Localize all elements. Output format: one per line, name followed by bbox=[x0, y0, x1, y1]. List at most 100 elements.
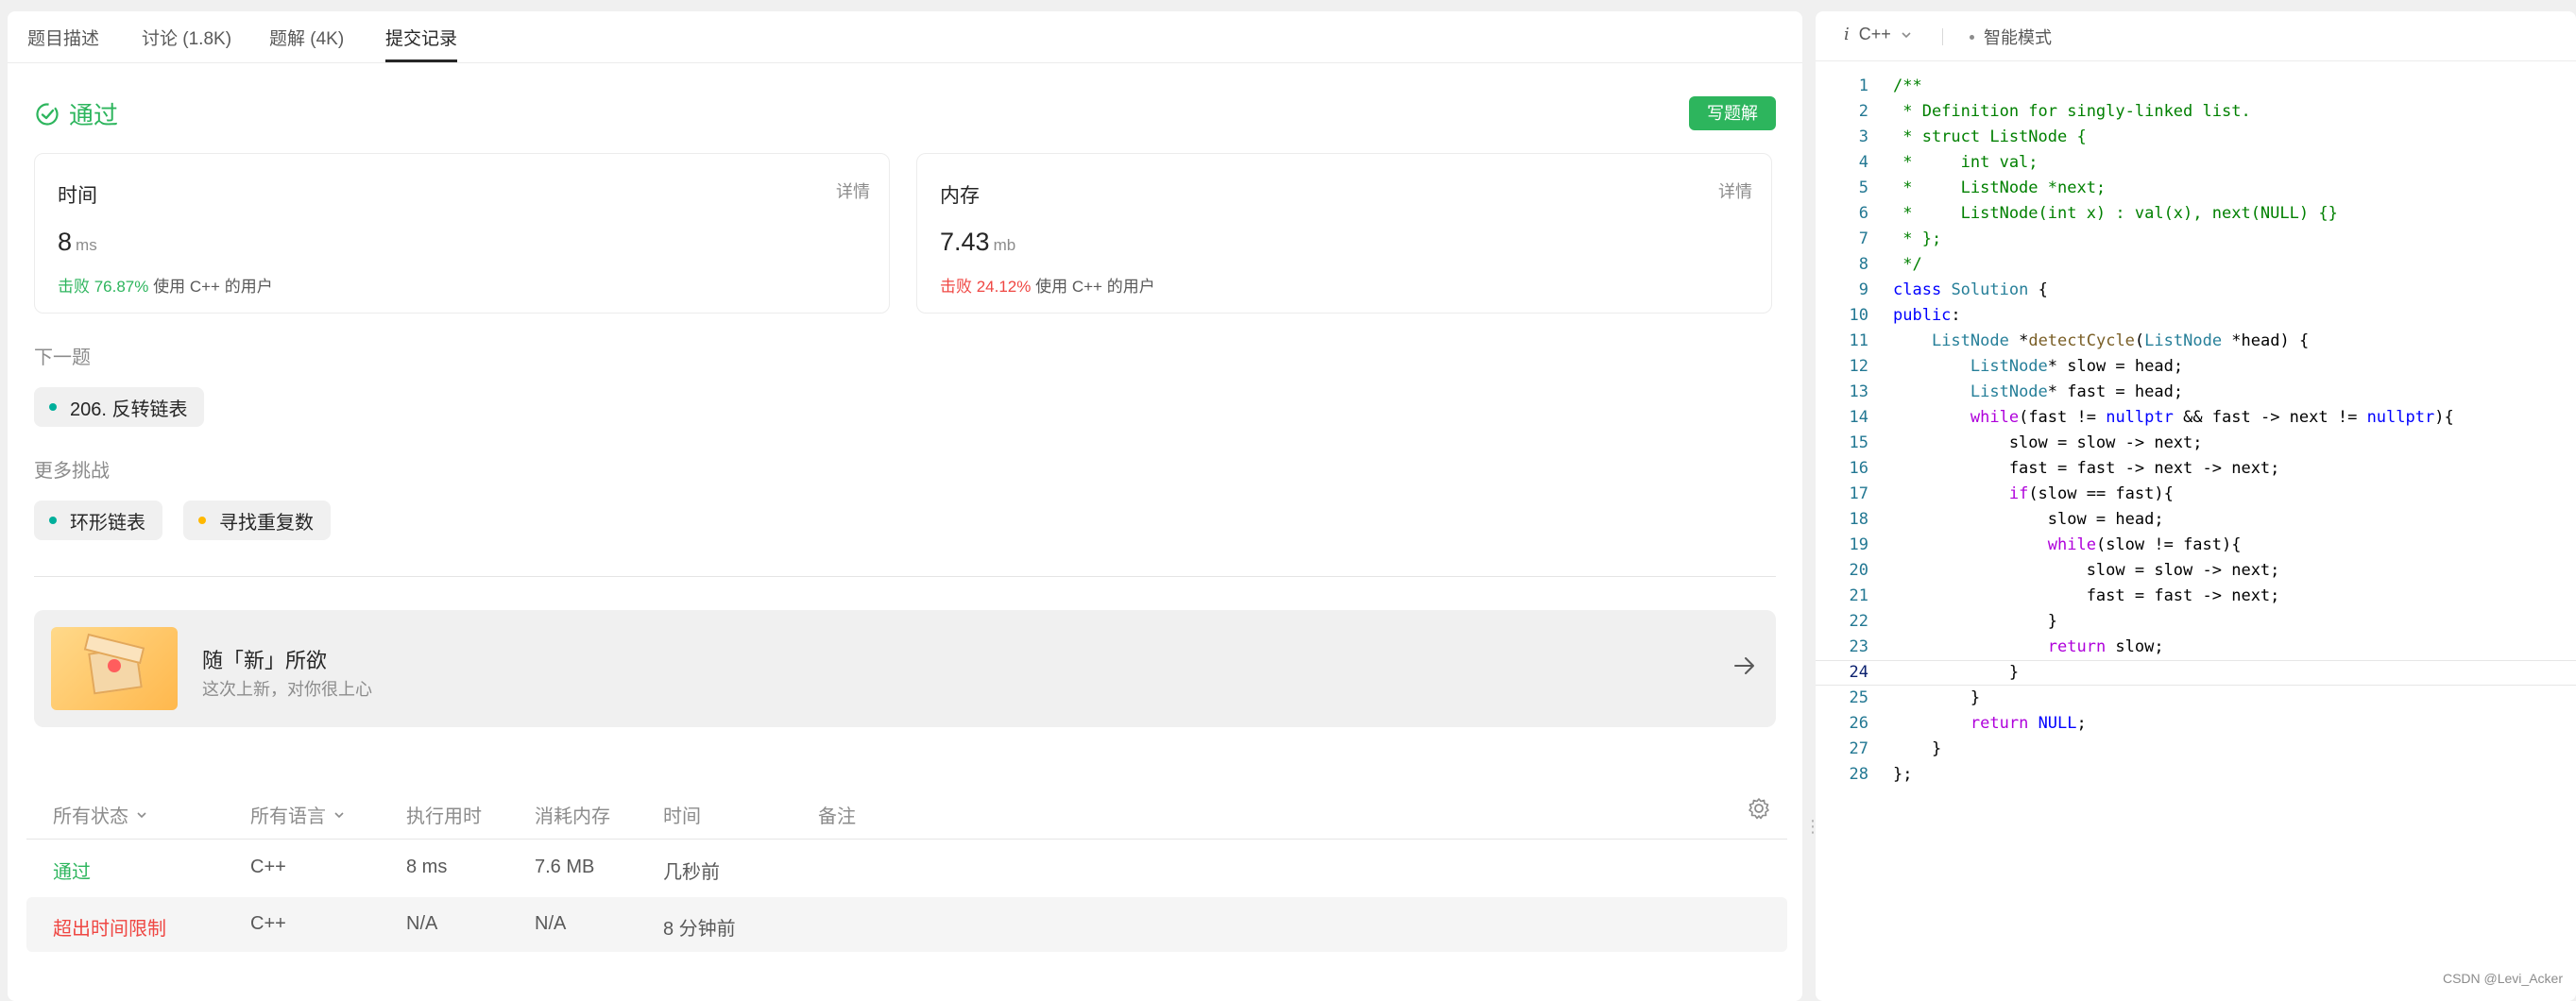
status-filter[interactable]: 所有状态 bbox=[53, 801, 149, 828]
line-number: 7 bbox=[1858, 229, 1868, 248]
difficulty-dot-icon bbox=[49, 517, 57, 524]
line-number: 21 bbox=[1849, 586, 1868, 605]
code-text: ListNode* fast = head; bbox=[1970, 382, 2184, 401]
code-text: fast = fast -> next -> next; bbox=[1893, 459, 2280, 478]
code-text: fast = fast -> next; bbox=[1893, 586, 2280, 605]
memory-detail-link[interactable]: 详情 bbox=[1718, 178, 1752, 203]
code-line[interactable]: 7 * }; bbox=[1816, 227, 2576, 252]
code-line[interactable]: 3 * struct ListNode { bbox=[1816, 125, 2576, 150]
watermark: CSDN @Levi_Acker bbox=[2442, 971, 2563, 986]
code-line[interactable]: 19 while(slow != fast){ bbox=[1816, 533, 2576, 558]
divider bbox=[34, 576, 1776, 577]
panel-resize-handle[interactable]: ⋮ bbox=[1804, 818, 1821, 850]
table-row[interactable]: 超出时间限制 C++ N/A N/A 8 分钟前 bbox=[26, 897, 1787, 952]
code-line[interactable]: 6 * ListNode(int x) : val(x), next(NULL)… bbox=[1816, 201, 2576, 227]
runtime-header: 执行用时 bbox=[406, 806, 482, 827]
difficulty-dot-icon bbox=[49, 403, 57, 411]
code-line[interactable]: 22 } bbox=[1816, 609, 2576, 635]
tab-description[interactable]: 题目描述 bbox=[27, 25, 99, 60]
time-header: 时间 bbox=[663, 806, 701, 827]
code-text: } bbox=[1893, 739, 1942, 758]
memory-value: 7.43 mb bbox=[940, 228, 1016, 256]
memory-card: 内存 详情 7.43 mb 击败 24.12% 使用 C++ 的用户 bbox=[916, 153, 1772, 314]
code-line[interactable]: 13 ListNode* fast = head; bbox=[1816, 380, 2576, 405]
tab-discussion[interactable]: 讨论 (1.8K) bbox=[142, 25, 231, 60]
line-number: 4 bbox=[1858, 153, 1868, 172]
code-line[interactable]: 10 public: bbox=[1816, 303, 2576, 329]
chevron-down-icon bbox=[334, 811, 344, 818]
row-status[interactable]: 通过 bbox=[53, 857, 91, 884]
line-number: 24 bbox=[1849, 663, 1868, 682]
memory-header: 消耗内存 bbox=[535, 806, 610, 827]
code-area[interactable]: 1 /** 2 * Definition for singly-linked lis… bbox=[1816, 74, 2576, 788]
row-status[interactable]: 超出时间限制 bbox=[53, 913, 166, 941]
arrow-right-icon[interactable] bbox=[1732, 653, 1757, 678]
code-line[interactable]: 8 */ bbox=[1816, 252, 2576, 278]
code-line[interactable]: 28}; bbox=[1816, 762, 2576, 788]
code-text: * ListNode *next; bbox=[1893, 178, 2107, 197]
code-line[interactable]: 18 slow = head; bbox=[1816, 507, 2576, 533]
language-filter[interactable]: 所有语言 bbox=[250, 801, 347, 828]
tab-solutions[interactable]: 题解 (4K) bbox=[269, 25, 344, 60]
code-line[interactable]: 2 * Definition for singly-linked list. bbox=[1816, 99, 2576, 125]
line-number: 13 bbox=[1849, 382, 1868, 401]
line-number: 16 bbox=[1849, 459, 1868, 478]
code-text: ListNode *detectCycle(ListNode *head) { bbox=[1931, 331, 2310, 350]
code-line[interactable]: 26 return NULL; bbox=[1816, 711, 2576, 737]
code-line[interactable]: 14 while(fast != nullptr && fast -> next… bbox=[1816, 405, 2576, 431]
memory-beat: 击败 24.12% 使用 C++ 的用户 bbox=[940, 278, 1155, 296]
code-text: while(fast != nullptr && fast -> next !=… bbox=[1970, 408, 2454, 427]
line-number: 20 bbox=[1849, 561, 1868, 580]
challenge-title: 寻找重复数 bbox=[219, 512, 314, 534]
line-number: 18 bbox=[1849, 510, 1868, 529]
runtime-detail-link[interactable]: 详情 bbox=[836, 178, 870, 203]
code-line[interactable]: 9 class Solution { bbox=[1816, 278, 2576, 303]
code-text: * struct ListNode { bbox=[1893, 127, 2087, 146]
editor-toolbar: i C++ 智能模式 bbox=[1816, 11, 2576, 61]
code-line[interactable]: 1 /** bbox=[1816, 74, 2576, 99]
difficulty-dot-icon bbox=[198, 517, 206, 524]
table-row[interactable]: 通过 C++ 8 ms 7.6 MB 几秒前 bbox=[26, 840, 1787, 895]
note-header: 备注 bbox=[818, 806, 856, 827]
code-line[interactable]: 12 ListNode* slow = head; bbox=[1816, 354, 2576, 380]
chevron-down-icon bbox=[137, 811, 146, 818]
row-time: 8 分钟前 bbox=[663, 919, 736, 940]
smart-mode-toggle[interactable]: 智能模式 bbox=[1970, 25, 2052, 49]
code-line[interactable]: 4 * int val; bbox=[1816, 150, 2576, 176]
code-line[interactable]: 20 slow = slow -> next; bbox=[1816, 558, 2576, 584]
row-memory: N/A bbox=[535, 913, 567, 934]
line-number: 11 bbox=[1849, 331, 1868, 350]
mode-label: 智能模式 bbox=[1984, 28, 2052, 47]
next-problem-chip[interactable]: 206. 反转链表 bbox=[34, 387, 205, 427]
code-line[interactable]: 11 ListNode *detectCycle(ListNode *head)… bbox=[1816, 329, 2576, 354]
line-number: 10 bbox=[1849, 306, 1868, 325]
gear-icon[interactable] bbox=[1746, 795, 1772, 822]
code-line[interactable]: 21 fast = fast -> next; bbox=[1816, 584, 2576, 609]
tab-submissions[interactable]: 提交记录 bbox=[385, 25, 458, 62]
promo-banner[interactable]: 随「新」所欲 这次上新，对你很上心 bbox=[34, 610, 1776, 727]
code-line[interactable]: 15 slow = slow -> next; bbox=[1816, 431, 2576, 456]
code-line[interactable]: 27 } bbox=[1816, 737, 2576, 762]
tab-bar: 题目描述 讨论 (1.8K) 题解 (4K) 提交记录 bbox=[8, 11, 1802, 63]
code-line[interactable]: 5 * ListNode *next; bbox=[1816, 176, 2576, 201]
code-text: ListNode* slow = head; bbox=[1970, 357, 2184, 376]
code-line[interactable]: 16 fast = fast -> next -> next; bbox=[1816, 456, 2576, 482]
line-number: 25 bbox=[1849, 688, 1868, 707]
code-line[interactable]: 17 if(slow == fast){ bbox=[1816, 482, 2576, 507]
write-solution-button[interactable]: 写题解 bbox=[1689, 96, 1776, 130]
code-text: public: bbox=[1893, 306, 1961, 325]
code-line[interactable]: 25 } bbox=[1816, 686, 2576, 711]
challenge-chip[interactable]: 环形链表 bbox=[34, 500, 162, 540]
line-number: 14 bbox=[1849, 408, 1868, 427]
more-challenges-label: 更多挑战 bbox=[34, 461, 110, 482]
challenge-chip[interactable]: 寻找重复数 bbox=[183, 500, 331, 540]
chevron-down-icon bbox=[1902, 31, 1911, 38]
code-text: * }; bbox=[1893, 229, 1942, 248]
toolbar-separator bbox=[1942, 28, 1943, 45]
code-line[interactable]: 24 } bbox=[1816, 660, 2576, 686]
code-line[interactable]: 23 return slow; bbox=[1816, 635, 2576, 660]
runtime-value: 8 ms bbox=[58, 228, 97, 256]
line-number: 2 bbox=[1858, 102, 1868, 121]
language-select[interactable]: i C++ bbox=[1844, 25, 1914, 44]
code-text: return NULL; bbox=[1970, 714, 2087, 733]
